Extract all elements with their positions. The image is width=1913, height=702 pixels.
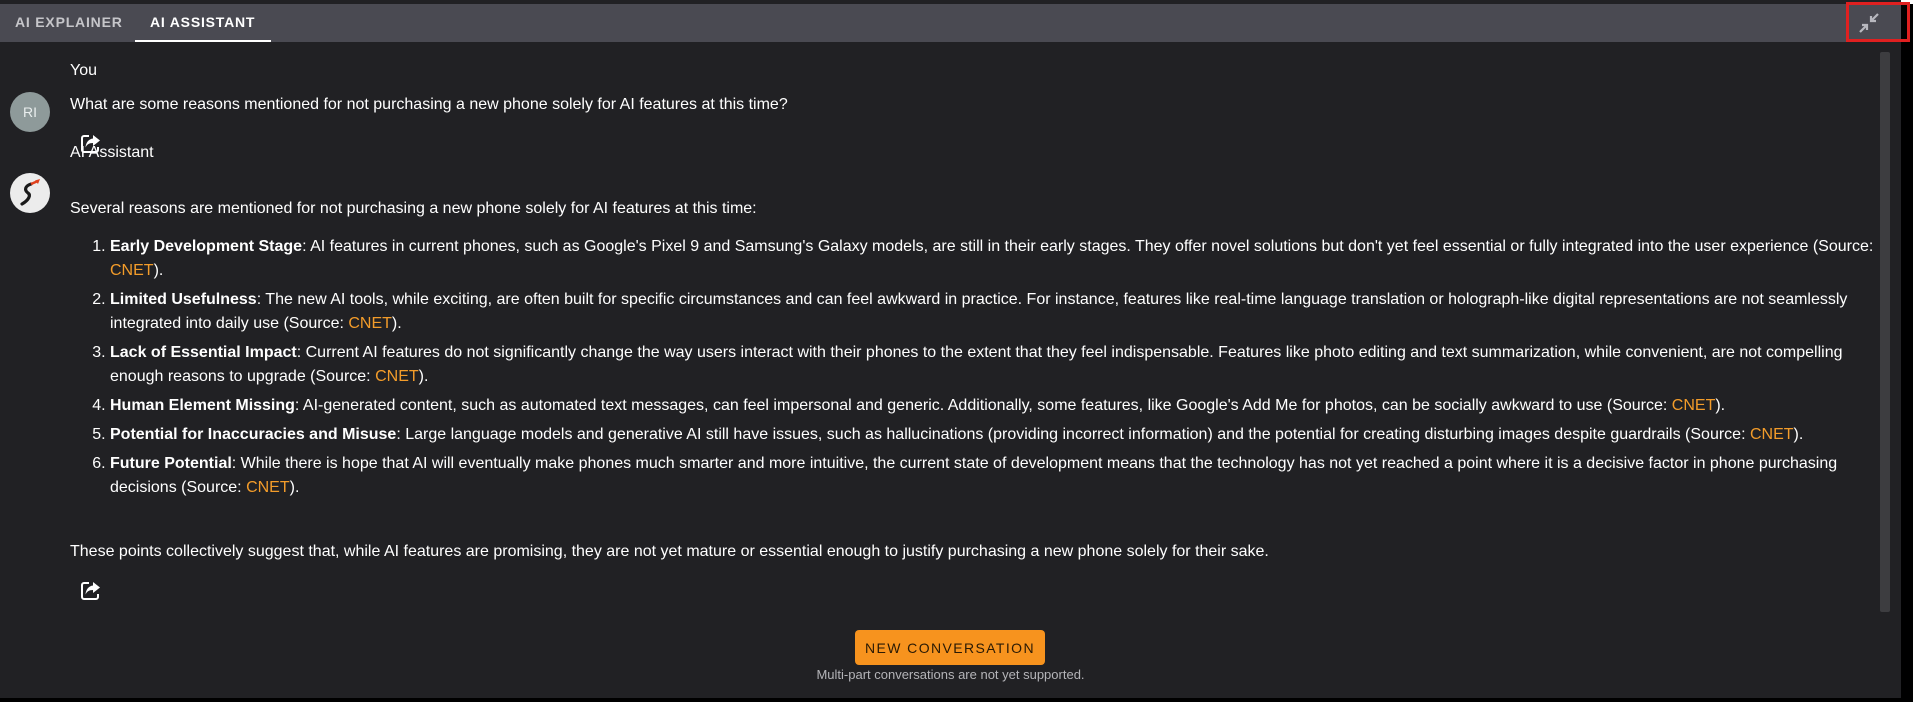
assistant-intro: Several reasons are mentioned for not pu… xyxy=(70,200,757,217)
source-link[interactable]: CNET xyxy=(110,262,154,279)
reason-end: ). xyxy=(418,368,429,385)
reason-text: : Current AI features do not significant… xyxy=(110,344,1843,385)
reason-end: ). xyxy=(289,479,300,496)
reason-item: Early Development Stage: AI features in … xyxy=(110,235,1880,283)
user-sender-label: You xyxy=(70,62,97,79)
reason-end: ). xyxy=(1793,426,1804,443)
new-conversation-button[interactable]: NEW CONVERSATION xyxy=(855,630,1045,665)
tab-ai-assistant[interactable]: AI ASSISTANT xyxy=(135,4,271,42)
reasons-list: Early Development Stage: AI features in … xyxy=(70,235,1880,505)
assistant-summary: These points collectively suggest that, … xyxy=(70,543,1269,560)
reason-title: Human Element Missing xyxy=(110,397,295,414)
reason-text: : Large language models and generative A… xyxy=(396,426,1750,443)
assistant-avatar xyxy=(10,173,50,213)
source-link[interactable]: CNET xyxy=(1672,397,1716,414)
reason-item: Limited Usefulness: The new AI tools, wh… xyxy=(110,288,1880,336)
reason-item: Lack of Essential Impact: Current AI fea… xyxy=(110,341,1880,389)
reason-end: ). xyxy=(391,315,402,332)
reason-item: Potential for Inaccuracies and Misuse: L… xyxy=(110,423,1880,447)
tab-ai-explainer[interactable]: AI EXPLAINER xyxy=(0,4,138,42)
reason-text: : AI features in current phones, such as… xyxy=(302,238,1874,255)
share-icon xyxy=(81,582,100,600)
user-avatar: RI xyxy=(10,92,50,132)
multi-part-note: Multi-part conversations are not yet sup… xyxy=(816,667,1085,682)
share-button[interactable] xyxy=(80,579,102,601)
reason-title: Lack of Essential Impact xyxy=(110,344,297,361)
reason-text: : AI-generated content, such as automate… xyxy=(294,397,1672,414)
assistant-logo-icon xyxy=(20,179,40,206)
reason-title: Early Development Stage xyxy=(110,238,303,255)
reason-end: ). xyxy=(1715,397,1726,414)
source-link[interactable]: CNET xyxy=(1750,426,1794,443)
source-link[interactable]: CNET xyxy=(348,315,392,332)
reason-title: Potential for Inaccuracies and Misuse xyxy=(110,426,397,443)
scrollbar[interactable] xyxy=(1880,52,1890,612)
user-message: What are some reasons mentioned for not … xyxy=(70,96,788,113)
reason-title: Limited Usefulness xyxy=(110,291,257,308)
source-link[interactable]: CNET xyxy=(375,368,419,385)
reason-text: : While there is hope that AI will event… xyxy=(110,455,1838,496)
assistant-sender-label: AI Assistant xyxy=(70,144,154,161)
reason-item: Future Potential: While there is hope th… xyxy=(110,452,1880,500)
reason-end: ). xyxy=(153,262,164,279)
collapse-arrows-icon xyxy=(1859,13,1879,33)
reason-item: Human Element Missing: AI-generated cont… xyxy=(110,394,1880,418)
reason-title: Future Potential xyxy=(110,455,232,472)
tab-bar: AI EXPLAINER AI ASSISTANT xyxy=(0,4,1901,42)
chat-area: RI You What are some reasons mentioned f… xyxy=(0,42,1880,602)
assistant-panel: AI EXPLAINER AI ASSISTANT RI You What ar… xyxy=(0,0,1901,698)
collapse-button[interactable] xyxy=(1837,4,1901,42)
source-link[interactable]: CNET xyxy=(246,479,290,496)
